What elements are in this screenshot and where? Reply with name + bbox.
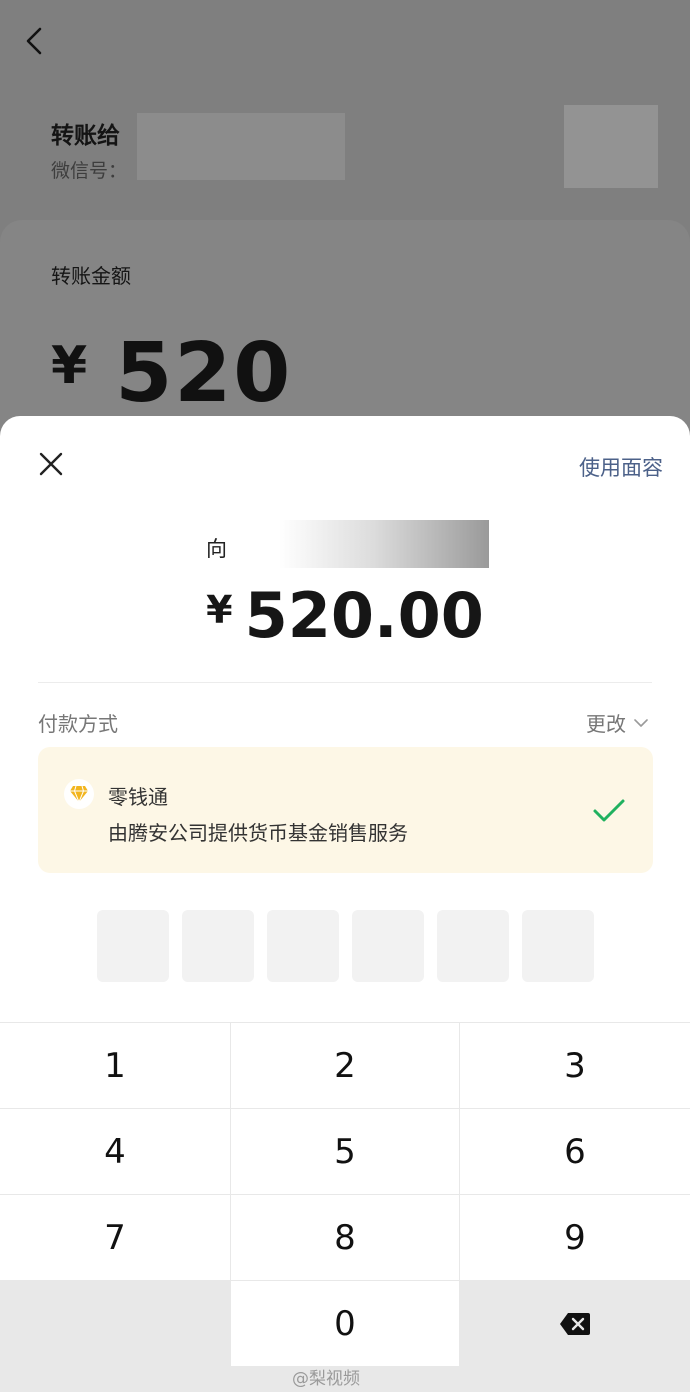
payment-amount-value: 520.00	[244, 579, 484, 652]
key-8[interactable]: 8	[231, 1195, 459, 1280]
transfer-to-label: 转账给	[51, 123, 120, 149]
redacted-avatar	[564, 105, 658, 188]
key-0[interactable]: 0	[231, 1281, 459, 1366]
pin-slot	[352, 910, 424, 982]
checkmark-icon	[592, 797, 626, 825]
pin-slot	[97, 910, 169, 982]
wechat-id-label: 微信号：	[51, 160, 128, 182]
key-3[interactable]: 3	[460, 1023, 690, 1108]
key-1[interactable]: 1	[0, 1023, 230, 1108]
numeric-keypad: 1 2 3 4 5 6 7 8 9 0	[0, 1022, 690, 1392]
payment-amount: ¥520.00	[0, 572, 690, 654]
amount-value: 520	[115, 326, 293, 421]
key-empty	[0, 1281, 230, 1366]
payment-method-description: 由腾安公司提供货币基金销售服务	[108, 821, 408, 845]
key-7[interactable]: 7	[0, 1195, 230, 1280]
pin-input[interactable]	[97, 910, 594, 982]
pin-slot	[437, 910, 509, 982]
change-payment-method-button[interactable]: 更改	[586, 708, 648, 737]
key-9[interactable]: 9	[460, 1195, 690, 1280]
redacted-recipient-name	[137, 113, 345, 180]
payment-method-label: 付款方式	[38, 712, 118, 736]
key-4[interactable]: 4	[0, 1109, 230, 1194]
payee-prefix: 向	[206, 537, 227, 561]
change-label: 更改	[586, 712, 626, 736]
close-button[interactable]	[36, 449, 66, 479]
use-face-id-button[interactable]: 使用面容	[579, 452, 663, 482]
back-button[interactable]	[20, 26, 50, 56]
backspace-icon	[560, 1312, 590, 1335]
currency-symbol: ¥	[206, 588, 233, 632]
chevron-down-icon	[634, 718, 648, 728]
watermark: @梨视频	[292, 1369, 360, 1389]
divider	[38, 682, 652, 683]
key-6[interactable]: 6	[460, 1109, 690, 1194]
key-2[interactable]: 2	[231, 1023, 459, 1108]
payment-method-option[interactable]	[38, 747, 653, 873]
currency-symbol: ¥	[51, 336, 90, 396]
payment-method-name: 零钱通	[108, 785, 168, 809]
key-5[interactable]: 5	[231, 1109, 459, 1194]
pin-slot	[522, 910, 594, 982]
backspace-key[interactable]	[460, 1281, 690, 1366]
transfer-amount-label: 转账金额	[51, 264, 131, 288]
transfer-amount-display: ¥520	[51, 316, 292, 424]
close-icon	[39, 452, 63, 476]
chevron-left-icon	[26, 27, 42, 55]
pin-slot	[182, 910, 254, 982]
diamond-icon	[64, 779, 94, 809]
redacted-payee-name	[279, 520, 489, 568]
pin-slot	[267, 910, 339, 982]
